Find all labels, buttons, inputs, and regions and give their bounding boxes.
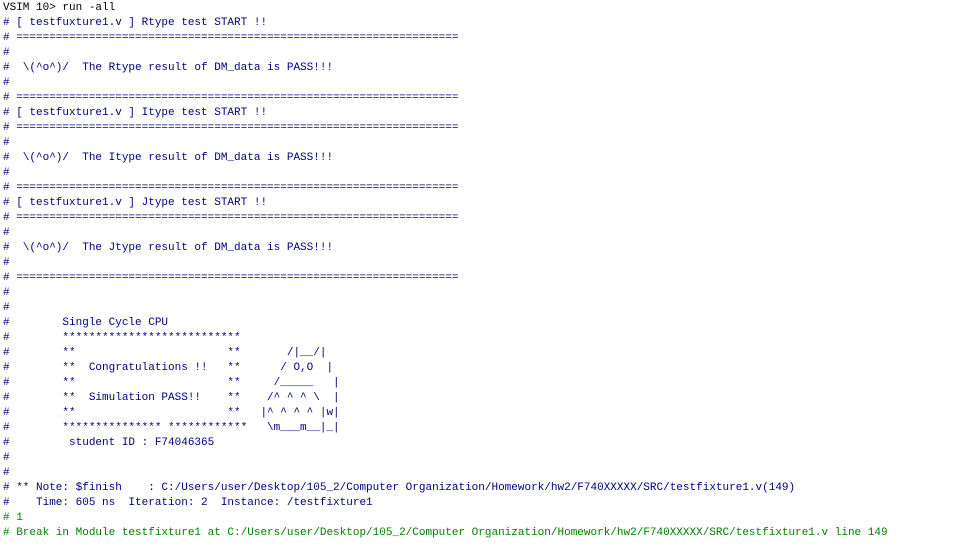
separator-line: # ======================================… [3, 92, 459, 104]
student-id-line: # student ID : F74046365 [3, 437, 215, 449]
blank-comment-line: # [3, 467, 10, 479]
blank-comment-line: # [3, 137, 10, 149]
break-module-line: # Break in Module testfixture1 at C:/Use… [3, 527, 888, 539]
banner-simulation-pass-line: # ** Simulation PASS!! ** /^ ^ ^ \ | [3, 392, 340, 404]
transcript-console[interactable]: VSIM 10> run -all # [ testfuxture1.v ] R… [0, 0, 964, 554]
separator-line: # ======================================… [3, 32, 459, 44]
banner-art-line: # ** ** /|__/| [3, 347, 327, 359]
blank-comment-line: # [3, 77, 10, 89]
time-iteration-line: # Time: 605 ns Iteration: 2 Instance: /t… [3, 497, 373, 509]
banner-congratulations-line: # ** Congratulations !! ** / O,O | [3, 362, 334, 374]
blank-comment-line: # [3, 287, 10, 299]
separator-line: # ======================================… [3, 122, 459, 134]
itype-result-line: # \(^o^)/ The Itype result of DM_data is… [3, 152, 334, 164]
separator-line: # ======================================… [3, 212, 459, 224]
banner-title-line: # Single Cycle CPU [3, 317, 169, 329]
separator-line: # ======================================… [3, 182, 459, 194]
blank-comment-line: # [3, 257, 10, 269]
banner-border-line: # *************** ************ \m___m__|… [3, 422, 340, 434]
banner-art-line: # ** ** /_____ | [3, 377, 340, 389]
blank-comment-line: # [3, 167, 10, 179]
banner-art-line: # ** ** |^ ^ ^ ^ |w| [3, 407, 340, 419]
blank-comment-line: # [3, 47, 10, 59]
rtype-result-line: # \(^o^)/ The Rtype result of DM_data is… [3, 62, 334, 74]
separator-line: # ======================================… [3, 272, 459, 284]
rtype-start-line: # [ testfuxture1.v ] Rtype test START !! [3, 17, 268, 29]
itype-start-line: # [ testfuxture1.v ] Itype test START !! [3, 107, 268, 119]
vsim-prompt-line: VSIM 10> run -all [3, 2, 116, 14]
finish-note-line: # ** Note: $finish : C:/Users/user/Deskt… [3, 482, 796, 494]
jtype-start-line: # [ testfuxture1.v ] Jtype test START !! [3, 197, 268, 209]
blank-comment-line: # [3, 302, 10, 314]
exit-code-line: # 1 [3, 512, 23, 524]
banner-border-line: # *************************** [3, 332, 241, 344]
blank-comment-line: # [3, 452, 10, 464]
blank-comment-line: # [3, 227, 10, 239]
jtype-result-line: # \(^o^)/ The Jtype result of DM_data is… [3, 242, 334, 254]
